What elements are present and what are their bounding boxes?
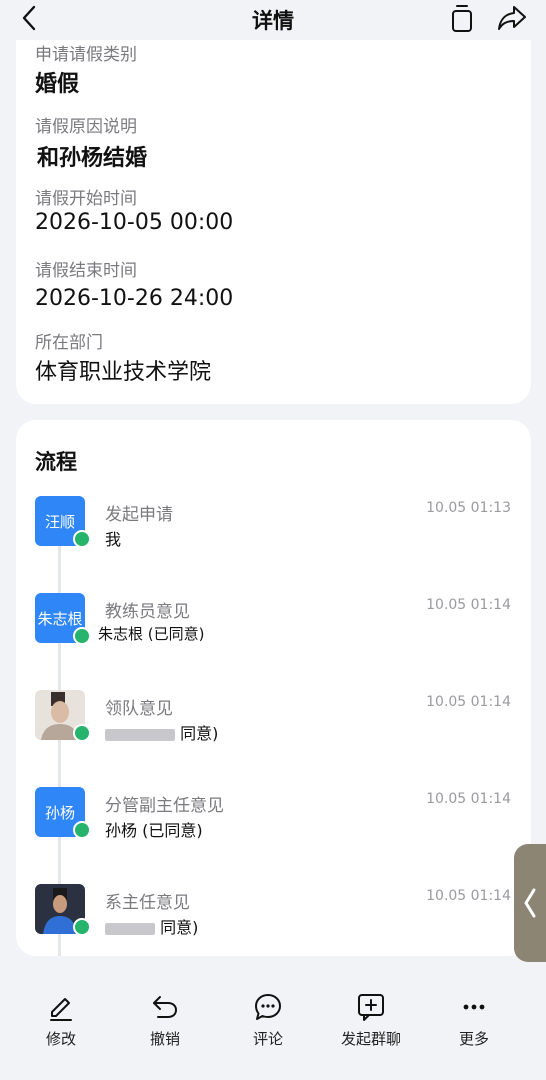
group-chat-label: 发起群聊: [340, 1030, 401, 1048]
approved-check-icon: [73, 530, 91, 548]
approved-check-icon: [73, 627, 91, 645]
comment-label: 评论: [252, 1030, 283, 1048]
leave-reason-value: 和孙杨结婚: [37, 146, 148, 171]
share-icon[interactable]: [496, 4, 528, 32]
step-time: 10.05 01:14: [426, 888, 511, 904]
approval-flow-card: 流程 汪顺 发起申请 我 10.05 01:13 朱志根 教练员意见 朱志根 (…: [16, 420, 531, 956]
top-bar: 详情: [0, 0, 546, 40]
start-time-value: 2026-10-05 00:00: [35, 210, 234, 235]
revoke-label: 撤销: [149, 1030, 180, 1048]
approved-check-icon: [73, 918, 91, 936]
end-time-value: 2026-10-26 24:00: [35, 286, 234, 311]
side-drawer-handle[interactable]: [514, 844, 546, 962]
step-person: 同意): [105, 914, 198, 938]
flow-step: 朱志根 教练员意见 朱志根 (已同意) 10.05 01:14: [16, 593, 531, 673]
step-person: 我: [105, 530, 122, 549]
bottom-toolbar: 修改 撤销 评论 发起群聊 更多: [0, 982, 546, 1080]
start-time-label: 请假开始时间: [35, 189, 137, 209]
comment-button[interactable]: 评论: [223, 992, 313, 1062]
chevron-left-icon: [524, 888, 536, 918]
group-chat-icon: [358, 994, 384, 1021]
flow-title: 流程: [35, 450, 77, 474]
department-value: 体育职业技术学院: [35, 360, 212, 385]
step-time: 10.05 01:14: [426, 694, 511, 710]
edit-icon: [50, 998, 72, 1021]
step-time: 10.05 01:14: [426, 597, 511, 613]
back-arrow-icon[interactable]: [18, 4, 42, 32]
comment-icon: [255, 994, 281, 1020]
step-time: 10.05 01:14: [426, 791, 511, 807]
page-title: 详情: [252, 9, 294, 33]
copy-icon[interactable]: [448, 3, 476, 33]
end-time-label: 请假结束时间: [35, 261, 137, 281]
step-person: 朱志根 (已同意): [98, 625, 205, 643]
step-person: 孙杨 (已同意): [105, 821, 203, 840]
step-time: 10.05 01:13: [426, 500, 511, 516]
flow-step: 汪顺 发起申请 我 10.05 01:13: [16, 496, 531, 576]
redacted-name: [105, 922, 155, 935]
step-name: 系主任意见: [105, 893, 190, 913]
group-chat-button[interactable]: 发起群聊: [326, 992, 416, 1062]
redacted-name: [105, 728, 175, 741]
undo-icon: [153, 996, 178, 1018]
edit-label: 修改: [45, 1030, 76, 1048]
leave-type-label: 申请请假类别: [35, 45, 137, 65]
approved-check-icon: [73, 724, 91, 742]
flow-step: 孙杨 分管副主任意见 孙杨 (已同意) 10.05 01:14: [16, 787, 531, 867]
step-name: 教练员意见: [105, 602, 190, 622]
step-name: 领队意见: [105, 699, 173, 719]
flow-step: 领队意见 同意) 10.05 01:14: [16, 690, 531, 770]
revoke-button[interactable]: 撤销: [120, 992, 210, 1062]
flow-step: 系主任意见 同意) 10.05 01:14: [16, 884, 531, 956]
step-name: 发起申请: [105, 505, 173, 525]
more-button[interactable]: 更多: [429, 992, 519, 1062]
leave-reason-label: 请假原因说明: [35, 117, 137, 137]
leave-detail-card: 申请请假类别 婚假 请假原因说明 和孙杨结婚 请假开始时间 2026-10-05…: [16, 24, 531, 404]
approved-check-icon: [73, 821, 91, 839]
more-label: 更多: [458, 1030, 489, 1048]
department-label: 所在部门: [35, 333, 103, 353]
leave-type-value: 婚假: [35, 72, 80, 97]
step-person: 同意): [105, 720, 218, 744]
edit-button[interactable]: 修改: [16, 992, 106, 1062]
step-name: 分管副主任意见: [105, 796, 224, 816]
more-icon: [463, 1004, 485, 1010]
